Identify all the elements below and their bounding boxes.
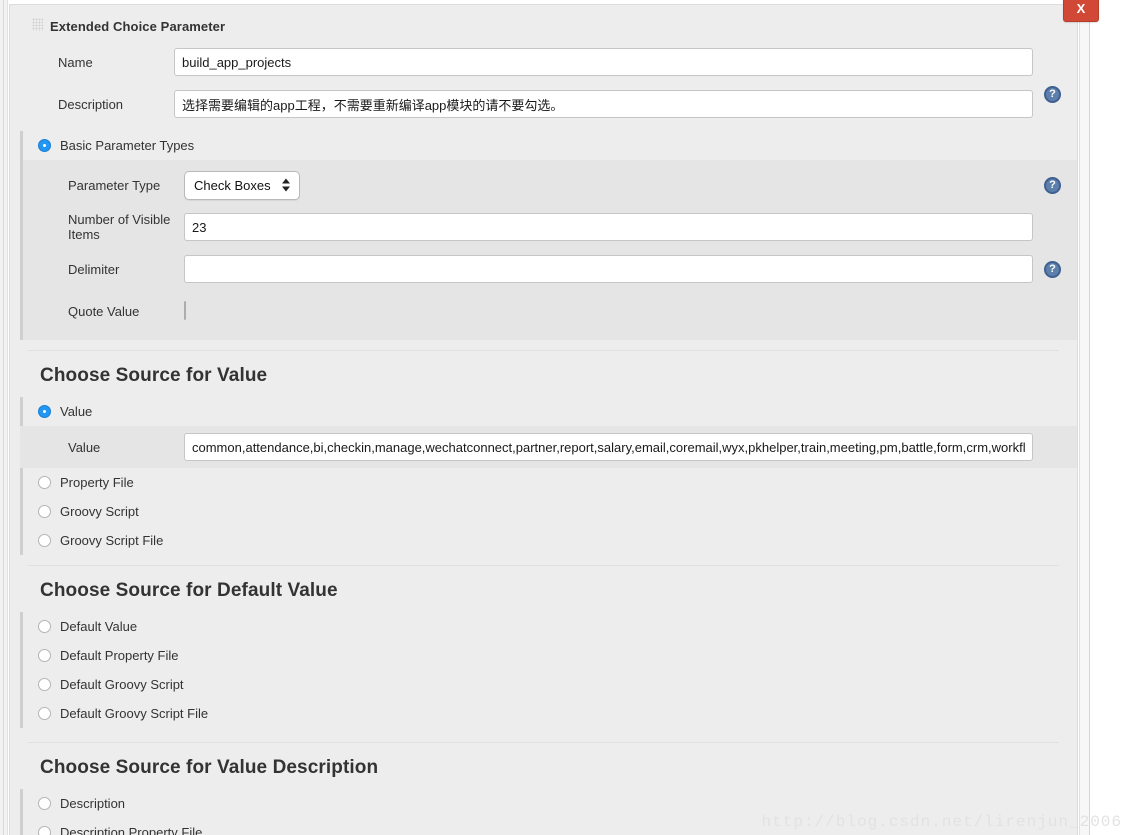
radio-row-value[interactable]: Value — [20, 397, 1077, 426]
description-label: Description — [58, 96, 124, 112]
visible-items-row: Number of Visible Items — [20, 206, 1077, 248]
source-for-default-value-heading: Choose Source for Default Value — [40, 580, 338, 601]
radio-label-value[interactable]: Value — [60, 404, 92, 419]
radio-row-default-groovy-script[interactable]: Default Groovy Script — [20, 670, 1077, 699]
parameter-type-select[interactable]: Check Boxes — [184, 170, 300, 200]
panel-header: Extended Choice Parameter — [10, 5, 1077, 41]
radio-default-groovy-script-file[interactable] — [38, 707, 51, 720]
source-for-value-heading: Choose Source for Value — [40, 365, 268, 386]
name-field-wrap — [174, 48, 1077, 76]
radio-default-groovy-script[interactable] — [38, 678, 51, 691]
right-white-margin — [1091, 0, 1132, 835]
source-for-value-options: Value Value Property File Groovy Script … — [10, 397, 1077, 555]
description-field-wrap — [174, 90, 1077, 118]
right-scroll-strip — [1079, 0, 1090, 835]
name-row: Name ? — [10, 41, 1077, 103]
radio-label-default-groovy-script-file[interactable]: Default Groovy Script File — [60, 706, 208, 721]
visible-items-label: Number of Visible Items — [68, 212, 171, 242]
close-button[interactable]: X — [1063, 0, 1099, 22]
value-input[interactable] — [184, 433, 1033, 461]
extended-choice-parameter-panel: Extended Choice Parameter Name ? Descrip… — [9, 4, 1078, 835]
radio-description[interactable] — [38, 797, 51, 810]
delimiter-input[interactable] — [184, 255, 1033, 283]
source-for-value-description-options: Description Description Property File — [10, 789, 1077, 835]
radio-label-property-file[interactable]: Property File — [60, 475, 134, 490]
name-label: Name — [58, 54, 93, 70]
basic-parameter-types-block: Basic Parameter Types Parameter Type Che… — [10, 131, 1077, 340]
parameter-type-label: Parameter Type — [68, 177, 161, 193]
description-row: Description — [10, 83, 1077, 125]
help-question-icon[interactable]: ? — [1044, 260, 1061, 278]
radio-property-file[interactable] — [38, 476, 51, 489]
radio-groovy-script[interactable] — [38, 505, 51, 518]
radio-label-description-property-file[interactable]: Description Property File — [60, 825, 202, 835]
radio-basic-parameter-types[interactable] — [38, 139, 51, 152]
radio-description-property-file[interactable] — [38, 826, 51, 835]
gutter-rule — [3, 0, 4, 835]
basic-parameter-types-subpanel: Parameter Type Check Boxes ? Number of V… — [20, 160, 1077, 340]
delimiter-row: Delimiter ? — [20, 248, 1077, 290]
left-gutter — [0, 0, 8, 835]
parameter-type-row: Parameter Type Check Boxes ? — [20, 164, 1077, 206]
name-input[interactable] — [174, 48, 1033, 76]
source-for-default-value-options: Default Value Default Property File Defa… — [10, 612, 1077, 728]
quote-value-checkbox[interactable] — [184, 301, 186, 320]
radio-label-default-property-file[interactable]: Default Property File — [60, 648, 179, 663]
delimiter-label: Delimiter — [68, 261, 120, 277]
radio-label-default-value[interactable]: Default Value — [60, 619, 137, 634]
radio-row-property-file[interactable]: Property File — [20, 468, 1077, 497]
radio-row-description[interactable]: Description — [20, 789, 1077, 818]
radio-label-groovy-script-file[interactable]: Groovy Script File — [60, 533, 163, 548]
value-label: Value — [68, 439, 101, 455]
radio-default-property-file[interactable] — [38, 649, 51, 662]
radio-label-groovy-script[interactable]: Groovy Script — [60, 504, 139, 519]
help-question-icon[interactable]: ? — [1044, 176, 1061, 194]
radio-row-description-property-file[interactable]: Description Property File — [20, 818, 1077, 835]
parameter-type-field-wrap: Check Boxes — [184, 170, 1077, 200]
radio-row-default-property-file[interactable]: Default Property File — [20, 641, 1077, 670]
value-row: Value — [20, 426, 1077, 468]
radio-groovy-script-file[interactable] — [38, 534, 51, 547]
chevron-updown-icon — [281, 178, 290, 193]
radio-row-groovy-script[interactable]: Groovy Script — [20, 497, 1077, 526]
radio-label-description[interactable]: Description — [60, 796, 125, 811]
radio-value[interactable] — [38, 405, 51, 418]
basic-parameter-types-label[interactable]: Basic Parameter Types — [60, 138, 194, 153]
description-input[interactable] — [174, 90, 1033, 118]
visible-items-input[interactable] — [184, 213, 1033, 241]
visible-items-field-wrap — [184, 213, 1077, 241]
delimiter-field-wrap — [184, 255, 1077, 283]
radio-row-groovy-script-file[interactable]: Groovy Script File — [20, 526, 1077, 555]
value-field-wrap — [184, 433, 1077, 461]
quote-value-field-wrap — [184, 301, 1077, 320]
drag-grip-icon[interactable] — [32, 18, 43, 31]
radio-default-value[interactable] — [38, 620, 51, 633]
screenshot-root: Extended Choice Parameter Name ? Descrip… — [0, 0, 1132, 835]
panel-title: Extended Choice Parameter — [50, 19, 226, 34]
radio-row-default-groovy-script-file[interactable]: Default Groovy Script File — [20, 699, 1077, 728]
source-for-value-description-heading: Choose Source for Value Description — [40, 757, 379, 778]
quote-value-label: Quote Value — [68, 303, 140, 319]
radio-label-default-groovy-script[interactable]: Default Groovy Script — [60, 677, 184, 692]
quote-value-row: Quote Value — [20, 290, 1077, 332]
basic-parameter-types-radio-row[interactable]: Basic Parameter Types — [20, 131, 1077, 160]
radio-row-default-value[interactable]: Default Value — [20, 612, 1077, 641]
parameter-type-selected-value: Check Boxes — [194, 177, 271, 193]
